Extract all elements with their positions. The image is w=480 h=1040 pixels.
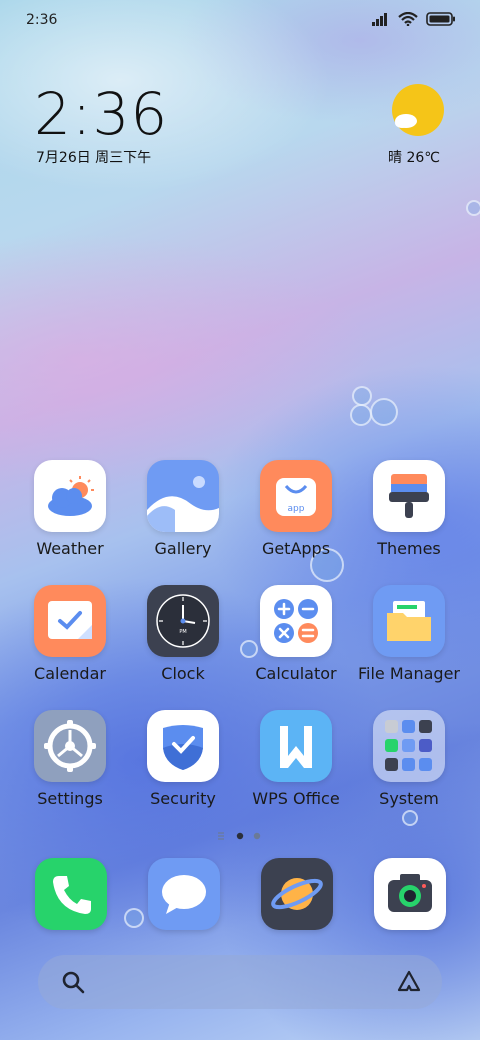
sun-cloud-icon[interactable] (392, 84, 444, 136)
app-label: Security (150, 789, 216, 808)
themes-app-icon (373, 460, 445, 532)
page-indicator[interactable] (0, 828, 480, 847)
app-gallery[interactable]: Gallery (127, 460, 239, 570)
browser-icon[interactable] (261, 858, 333, 930)
app-label: Calendar (34, 664, 106, 683)
app-label: File Manager (358, 664, 460, 683)
calculator-app-icon (260, 585, 332, 657)
home-screen: 2:36 2:36 7月26日 周三下午 晴 26℃ Weather Galle… (0, 0, 480, 1040)
app-wps-office[interactable]: WPS Office (240, 710, 352, 820)
page-dot (253, 832, 261, 840)
app-label: System (379, 789, 439, 808)
home-clock-time[interactable]: 2:36 (34, 80, 168, 148)
svg-text:app: app (288, 504, 305, 514)
search-icon[interactable] (60, 969, 86, 995)
wifi-icon (398, 12, 418, 26)
app-file-manager[interactable]: File Manager (353, 585, 465, 695)
app-label: Gallery (154, 539, 212, 558)
app-getapps[interactable]: app GetApps (240, 460, 352, 570)
app-themes[interactable]: Themes (353, 460, 465, 570)
system-folder-icon (373, 710, 445, 782)
calendar-app-icon (34, 585, 106, 657)
weather-app-icon (34, 460, 106, 532)
app-calculator[interactable]: Calculator (240, 585, 352, 695)
wps-office-app-icon (260, 710, 332, 782)
wallpaper-bubble (466, 200, 480, 216)
clock-app-icon: PM (147, 585, 219, 657)
menu-lines-icon (218, 832, 224, 840)
status-time: 2:36 (26, 12, 58, 28)
home-clock-date: 7月26日 周三下午 (36, 150, 152, 166)
app-label: Themes (377, 539, 441, 558)
camera-icon[interactable] (374, 858, 446, 930)
app-label: Calculator (255, 664, 337, 683)
file-manager-app-icon (373, 585, 445, 657)
wallpaper-bubble (370, 398, 398, 426)
weather-temperature[interactable]: 晴 26℃ (388, 147, 440, 167)
phone-icon[interactable] (35, 858, 107, 930)
gallery-app-icon (147, 460, 219, 532)
security-app-icon (147, 710, 219, 782)
status-bar: 2:36 (0, 0, 480, 40)
app-label: Clock (161, 664, 205, 683)
signal-icon (372, 13, 387, 26)
page-dot-active (236, 832, 244, 840)
wallpaper-bubble (124, 908, 144, 928)
app-system-folder[interactable]: System (353, 710, 465, 820)
app-security[interactable]: Security (127, 710, 239, 820)
wallpaper-bubble (352, 386, 372, 406)
status-icons (372, 12, 456, 26)
app-label: GetApps (261, 539, 331, 558)
app-weather[interactable]: Weather (14, 460, 126, 570)
wallpaper-bubble (350, 404, 372, 426)
app-label: WPS Office (252, 789, 340, 808)
svg-text:PM: PM (179, 629, 186, 635)
app-settings[interactable]: Settings (14, 710, 126, 820)
app-label: Settings (37, 789, 103, 808)
app-calendar[interactable]: Calendar (14, 585, 126, 695)
battery-icon (426, 12, 455, 26)
messages-icon[interactable] (148, 858, 220, 930)
app-label: Weather (36, 539, 104, 558)
app-clock[interactable]: PM Clock (127, 585, 239, 695)
search-bar[interactable] (38, 955, 442, 1009)
settings-app-icon (34, 710, 106, 782)
getapps-app-icon: app (260, 460, 332, 532)
assistant-icon[interactable] (396, 969, 422, 995)
